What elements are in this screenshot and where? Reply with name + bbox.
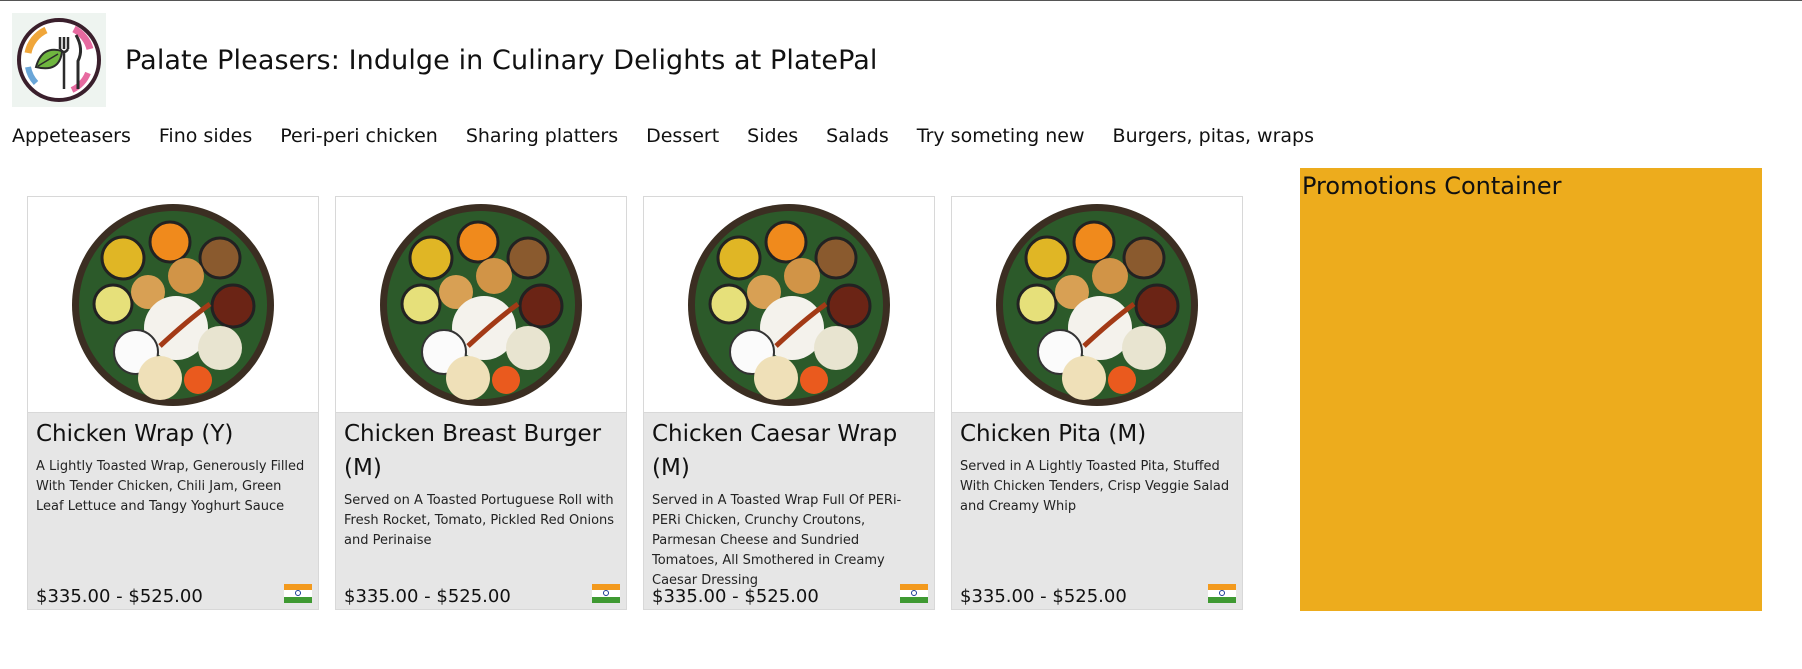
nav-item-peri-peri-chicken[interactable]: Peri-peri chicken — [280, 125, 438, 147]
promotions-container: Promotions Container — [1300, 168, 1762, 611]
menu-card[interactable]: Chicken Breast Burger (M) Served on A To… — [335, 196, 627, 610]
nav-item-burgers-pitas-wraps[interactable]: Burgers, pitas, wraps — [1113, 125, 1314, 147]
menu-item-description: Served in A Lightly Toasted Pita, Stuffe… — [960, 459, 1230, 514]
menu-item-name: Chicken Pita (M) — [960, 421, 1147, 447]
menu-item-description: A Lightly Toasted Wrap, Generously Fille… — [36, 459, 305, 514]
menu-item-price: $335.00 - $525.00 — [344, 586, 511, 607]
nav-item-sharing-platters[interactable]: Sharing platters — [466, 125, 618, 147]
menu-item-price: $335.00 - $525.00 — [652, 586, 819, 607]
menu-card-body: Chicken Pita (M) Served in A Lightly Toa… — [952, 413, 1242, 517]
menu-item-price: $335.00 - $525.00 — [36, 586, 203, 607]
nav-item-appeteasers[interactable]: Appeteasers — [12, 125, 131, 147]
india-flag-icon — [1208, 584, 1236, 603]
thali-plate-image — [644, 197, 934, 413]
nav-item-fino-sides[interactable]: Fino sides — [159, 125, 252, 147]
menu-card-list: Chicken Wrap (Y) A Lightly Toasted Wrap,… — [27, 196, 1243, 610]
menu-item-description: Served in A Toasted Wrap Full Of PERi-PE… — [652, 493, 902, 588]
menu-item-name: Chicken Breast Burger (M) — [344, 421, 602, 481]
logo-icon[interactable] — [12, 13, 106, 107]
india-flag-icon — [900, 584, 928, 603]
menu-card-body: Chicken Caesar Wrap (M) Served in A Toas… — [644, 413, 934, 591]
menu-card[interactable]: Chicken Wrap (Y) A Lightly Toasted Wrap,… — [27, 196, 319, 610]
menu-item-description: Served on A Toasted Portuguese Roll with… — [344, 493, 615, 548]
thali-plate-image — [28, 197, 318, 413]
menu-card-body: Chicken Breast Burger (M) Served on A To… — [336, 413, 626, 551]
nav-item-dessert[interactable]: Dessert — [646, 125, 719, 147]
menu-item-name: Chicken Caesar Wrap (M) — [652, 421, 898, 481]
promotions-title: Promotions Container — [1302, 172, 1562, 200]
menu-card[interactable]: Chicken Pita (M) Served in A Lightly Toa… — [951, 196, 1243, 610]
menu-item-name: Chicken Wrap (Y) — [36, 421, 234, 447]
thali-plate-image — [336, 197, 626, 413]
india-flag-icon — [592, 584, 620, 603]
nav-item-try-something-new[interactable]: Try someting new — [917, 125, 1085, 147]
india-flag-icon — [284, 584, 312, 603]
page-title: Palate Pleasers: Indulge in Culinary Del… — [125, 44, 878, 76]
menu-card-body: Chicken Wrap (Y) A Lightly Toasted Wrap,… — [28, 413, 318, 517]
nav-item-salads[interactable]: Salads — [826, 125, 889, 147]
page-header: Palate Pleasers: Indulge in Culinary Del… — [12, 13, 878, 107]
menu-item-price: $335.00 - $525.00 — [960, 586, 1127, 607]
nav-item-sides[interactable]: Sides — [747, 125, 798, 147]
thali-plate-image — [952, 197, 1242, 413]
category-nav: Appeteasers Fino sides Peri-peri chicken… — [12, 125, 1342, 147]
menu-card[interactable]: Chicken Caesar Wrap (M) Served in A Toas… — [643, 196, 935, 610]
